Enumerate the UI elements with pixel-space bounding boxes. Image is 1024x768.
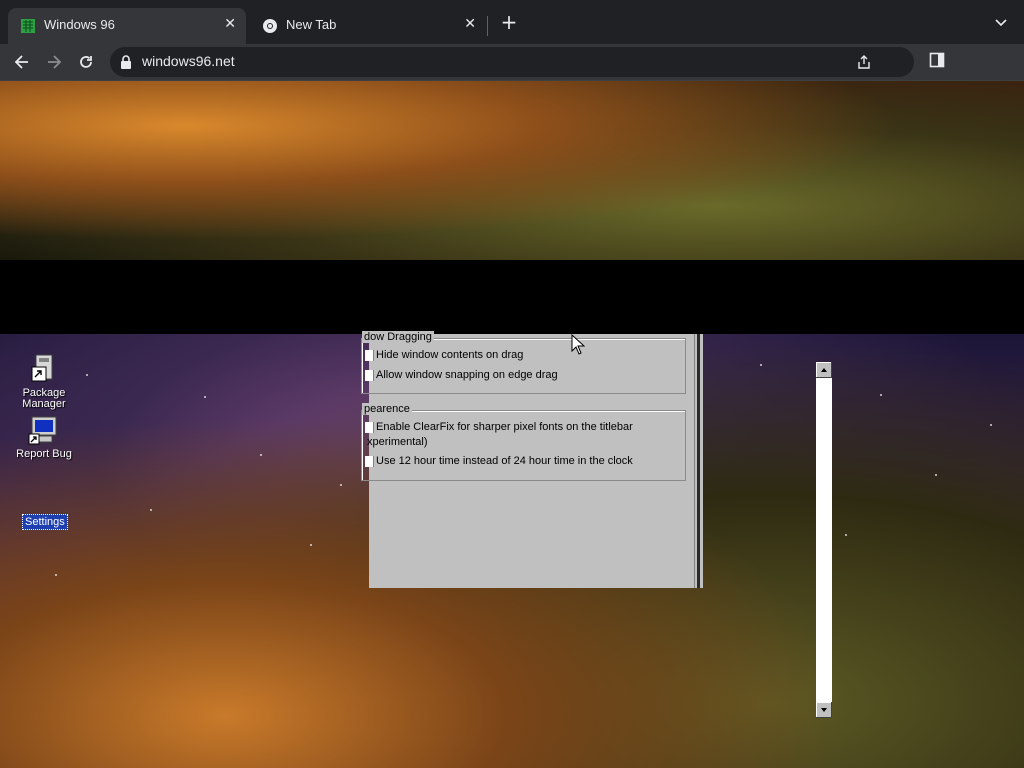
group-title: pearence <box>362 403 412 415</box>
tab-title: Windows 96 <box>44 17 115 32</box>
twelve-hour-checkbox[interactable] <box>365 456 374 467</box>
scrollbar[interactable] <box>816 362 832 718</box>
chevron-down-icon[interactable] <box>993 14 1009 30</box>
new-tab-button[interactable]: + <box>499 12 519 32</box>
group-window-dragging: dow Dragging <box>361 331 686 394</box>
reload-icon[interactable] <box>76 52 96 72</box>
tab-new-tab[interactable]: New Tab ✕ <box>250 8 486 44</box>
url-text[interactable]: windows96.net <box>142 53 235 69</box>
option-clearfix-line2: xperimental) <box>367 436 428 448</box>
desktop-icon-settings[interactable]: Settings <box>22 514 68 530</box>
mouse-cursor-icon <box>571 334 585 355</box>
hide-contents-checkbox[interactable] <box>365 350 374 361</box>
desktop-icon-report-bug[interactable]: Report Bug <box>4 414 84 460</box>
chrome-icon <box>263 19 277 33</box>
tab-close-icon[interactable]: ✕ <box>224 16 236 32</box>
window-snapping-checkbox[interactable] <box>365 370 374 381</box>
windows96-icon <box>21 19 35 33</box>
desktop-icon-package-manager[interactable]: Package Manager <box>4 353 84 410</box>
tab-close-icon[interactable]: ✕ <box>464 16 476 32</box>
option-hide-contents[interactable]: Hide window contents on drag <box>376 349 523 361</box>
back-icon[interactable] <box>12 52 32 72</box>
group-title: dow Dragging <box>362 331 434 343</box>
settings-window: dow Dragging Hide window contents on dra… <box>361 331 703 588</box>
option-window-snapping[interactable]: Allow window snapping on edge drag <box>376 369 558 381</box>
arrow-up-icon <box>821 368 827 372</box>
clearfix-checkbox[interactable] <box>365 422 374 433</box>
arrow-down-icon <box>821 708 827 712</box>
desktop-icon-label: Package Manager <box>22 387 66 410</box>
scroll-down-button[interactable] <box>816 702 832 718</box>
package-manager-icon <box>31 354 53 382</box>
report-bug-icon <box>28 416 57 445</box>
tab-title: New Tab <box>286 17 337 32</box>
side-panel-icon[interactable] <box>929 52 945 68</box>
tab-separator <box>487 16 488 36</box>
render-gap <box>0 260 1024 334</box>
web-page: Package Manager Report Bug Settings dow … <box>0 81 1024 768</box>
browser-toolbar: windows96.net <box>0 44 1024 81</box>
forward-icon[interactable] <box>44 52 64 72</box>
option-12-hour-clock[interactable]: Use 12 hour time instead of 24 hour time… <box>376 455 633 467</box>
window-border <box>694 334 703 588</box>
tab-windows96[interactable]: Windows 96 ✕ <box>8 8 246 44</box>
browser-tab-strip: Windows 96 ✕ New Tab ✕ + <box>0 0 1024 44</box>
lock-icon[interactable] <box>120 55 132 69</box>
share-icon[interactable] <box>856 54 872 70</box>
address-bar[interactable]: windows96.net <box>110 47 914 77</box>
option-clearfix[interactable]: Enable ClearFix for sharper pixel fonts … <box>376 421 633 433</box>
desktop-icon-label: Report Bug <box>16 448 72 460</box>
wallpaper-top <box>0 81 1024 260</box>
scroll-up-button[interactable] <box>816 362 832 378</box>
